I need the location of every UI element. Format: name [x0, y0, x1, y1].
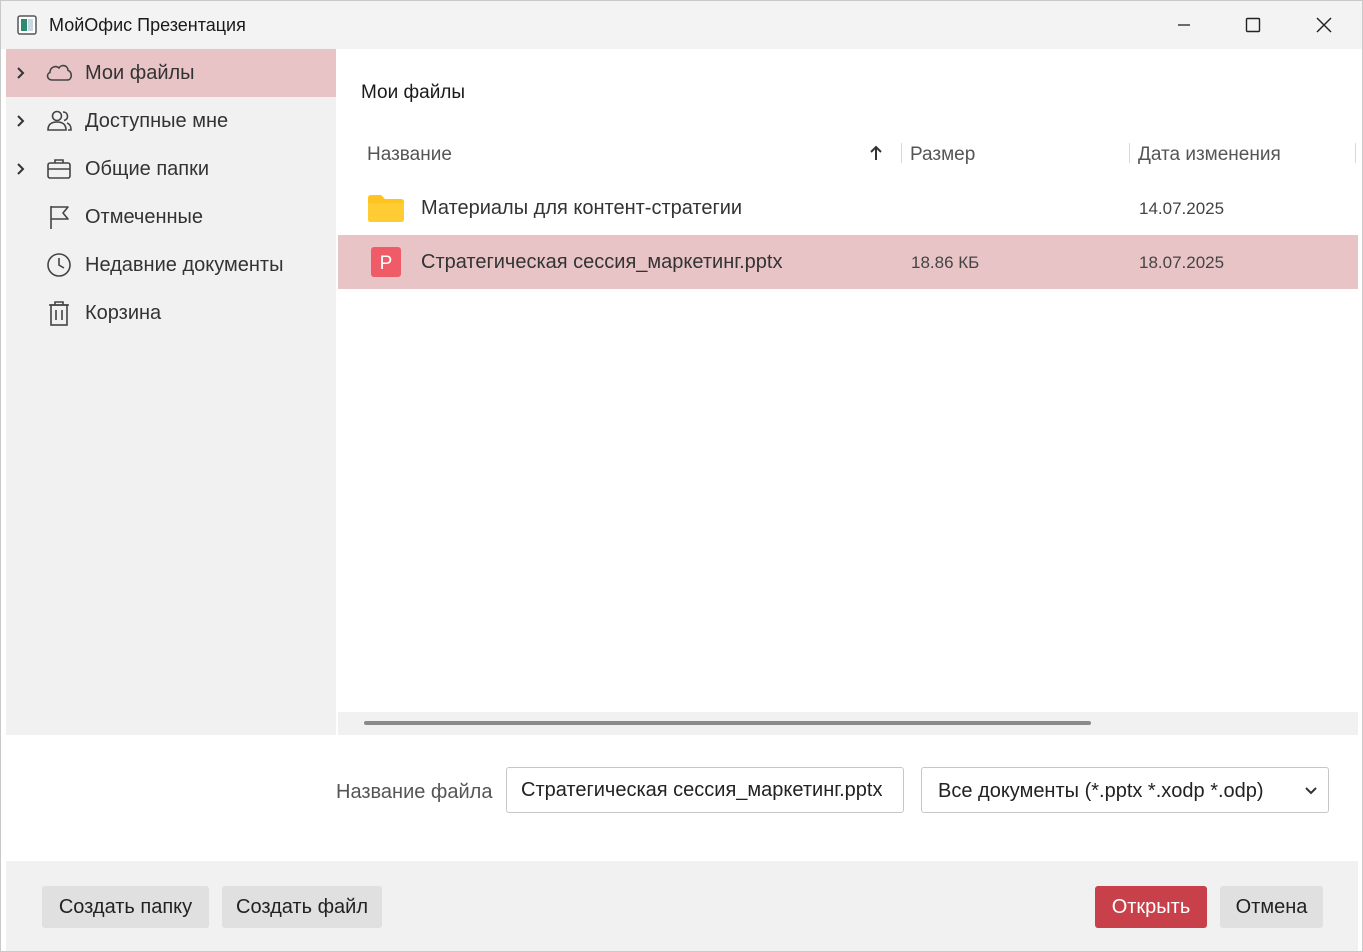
title-bar: МойОфис Презентация	[1, 1, 1362, 49]
maximize-icon	[1245, 17, 1261, 33]
sidebar: Мои файлы Доступные мне Общие папки Отме…	[6, 49, 336, 735]
sidebar-item-common-folders[interactable]: Общие папки	[6, 145, 336, 193]
horizontal-scrollbar[interactable]	[338, 712, 1358, 735]
filename-area: Название файла Все документы (*.pptx *.x…	[6, 735, 1358, 861]
app-icon	[17, 15, 37, 35]
sidebar-item-label: Общие папки	[85, 158, 210, 180]
file-type-select[interactable]: Все документы (*.pptx *.xodp *.odp)	[921, 767, 1329, 813]
chevron-down-icon	[1305, 787, 1317, 795]
sidebar-item-favorites[interactable]: Отмеченные	[6, 193, 336, 241]
close-button[interactable]	[1289, 1, 1359, 49]
sidebar-item-trash[interactable]: Корзина	[6, 289, 336, 337]
flag-icon	[50, 206, 69, 229]
filename-label: Название файла	[336, 781, 493, 803]
file-date: 18.07.2025	[1139, 253, 1225, 272]
chevron-right-icon[interactable]	[14, 66, 28, 80]
file-date: 14.07.2025	[1139, 199, 1225, 218]
file-type-value: Все документы (*.pptx *.xodp *.odp)	[938, 780, 1264, 802]
sidebar-item-shared-with-me[interactable]: Доступные мне	[6, 97, 336, 145]
maximize-button[interactable]	[1218, 1, 1288, 49]
button-bar: Создать папку Создать файл Открыть Отмен…	[6, 861, 1358, 951]
sidebar-item-label: Доступные мне	[85, 110, 229, 132]
column-header-date[interactable]: Дата изменения	[1138, 144, 1281, 166]
column-separator[interactable]	[1129, 143, 1130, 163]
briefcase-icon	[47, 159, 71, 179]
folder-icon	[368, 195, 404, 222]
chevron-right-icon[interactable]	[14, 162, 28, 176]
column-separator[interactable]	[901, 143, 902, 163]
open-button[interactable]: Открыть	[1095, 886, 1207, 928]
file-size: 18.86 КБ	[911, 253, 980, 272]
column-header-size[interactable]: Размер	[910, 144, 975, 166]
create-file-button[interactable]: Создать файл	[222, 886, 382, 928]
sidebar-item-recent[interactable]: Недавние документы	[6, 241, 336, 289]
file-list-panel: Мои файлы Название Размер Дата изменения…	[338, 49, 1358, 735]
file-row-folder[interactable]: Материалы для контент-стратегии 14.07.20…	[338, 181, 1358, 235]
sidebar-item-my-files[interactable]: Мои файлы	[6, 49, 336, 97]
file-name: Стратегическая сессия_маркетинг.pptx	[421, 251, 783, 273]
minimize-button[interactable]	[1149, 1, 1219, 49]
column-separator[interactable]	[1355, 143, 1356, 163]
chevron-right-icon[interactable]	[14, 114, 28, 128]
sort-ascending-icon[interactable]	[868, 144, 884, 162]
file-name: Материалы для контент-стратегии	[421, 197, 743, 219]
presentation-file-icon: P	[371, 247, 401, 277]
cloud-icon	[46, 64, 73, 81]
create-folder-button[interactable]: Создать папку	[42, 886, 209, 928]
filename-input[interactable]	[506, 767, 904, 813]
close-icon	[1316, 17, 1332, 33]
file-row-presentation[interactable]: P Стратегическая сессия_маркетинг.pptx 1…	[338, 235, 1358, 289]
trash-icon	[49, 301, 69, 326]
sidebar-item-label: Мои файлы	[85, 62, 195, 84]
clock-icon	[47, 253, 71, 277]
file-open-dialog: МойОфис Презентация Мои файлы Доступные …	[0, 0, 1363, 952]
column-header-name[interactable]: Название	[367, 144, 452, 166]
window-title: МойОфис Презентация	[49, 15, 246, 35]
presentation-icon-letter: P	[380, 253, 393, 274]
current-folder-title: Мои файлы	[361, 82, 466, 103]
cancel-button[interactable]: Отмена	[1220, 886, 1323, 928]
scrollbar-thumb[interactable]	[364, 721, 1091, 725]
sidebar-item-label: Недавние документы	[85, 254, 284, 276]
sidebar-item-label: Отмеченные	[85, 206, 204, 228]
minimize-icon	[1178, 24, 1190, 26]
users-icon	[47, 110, 72, 131]
sidebar-item-label: Корзина	[85, 302, 162, 324]
